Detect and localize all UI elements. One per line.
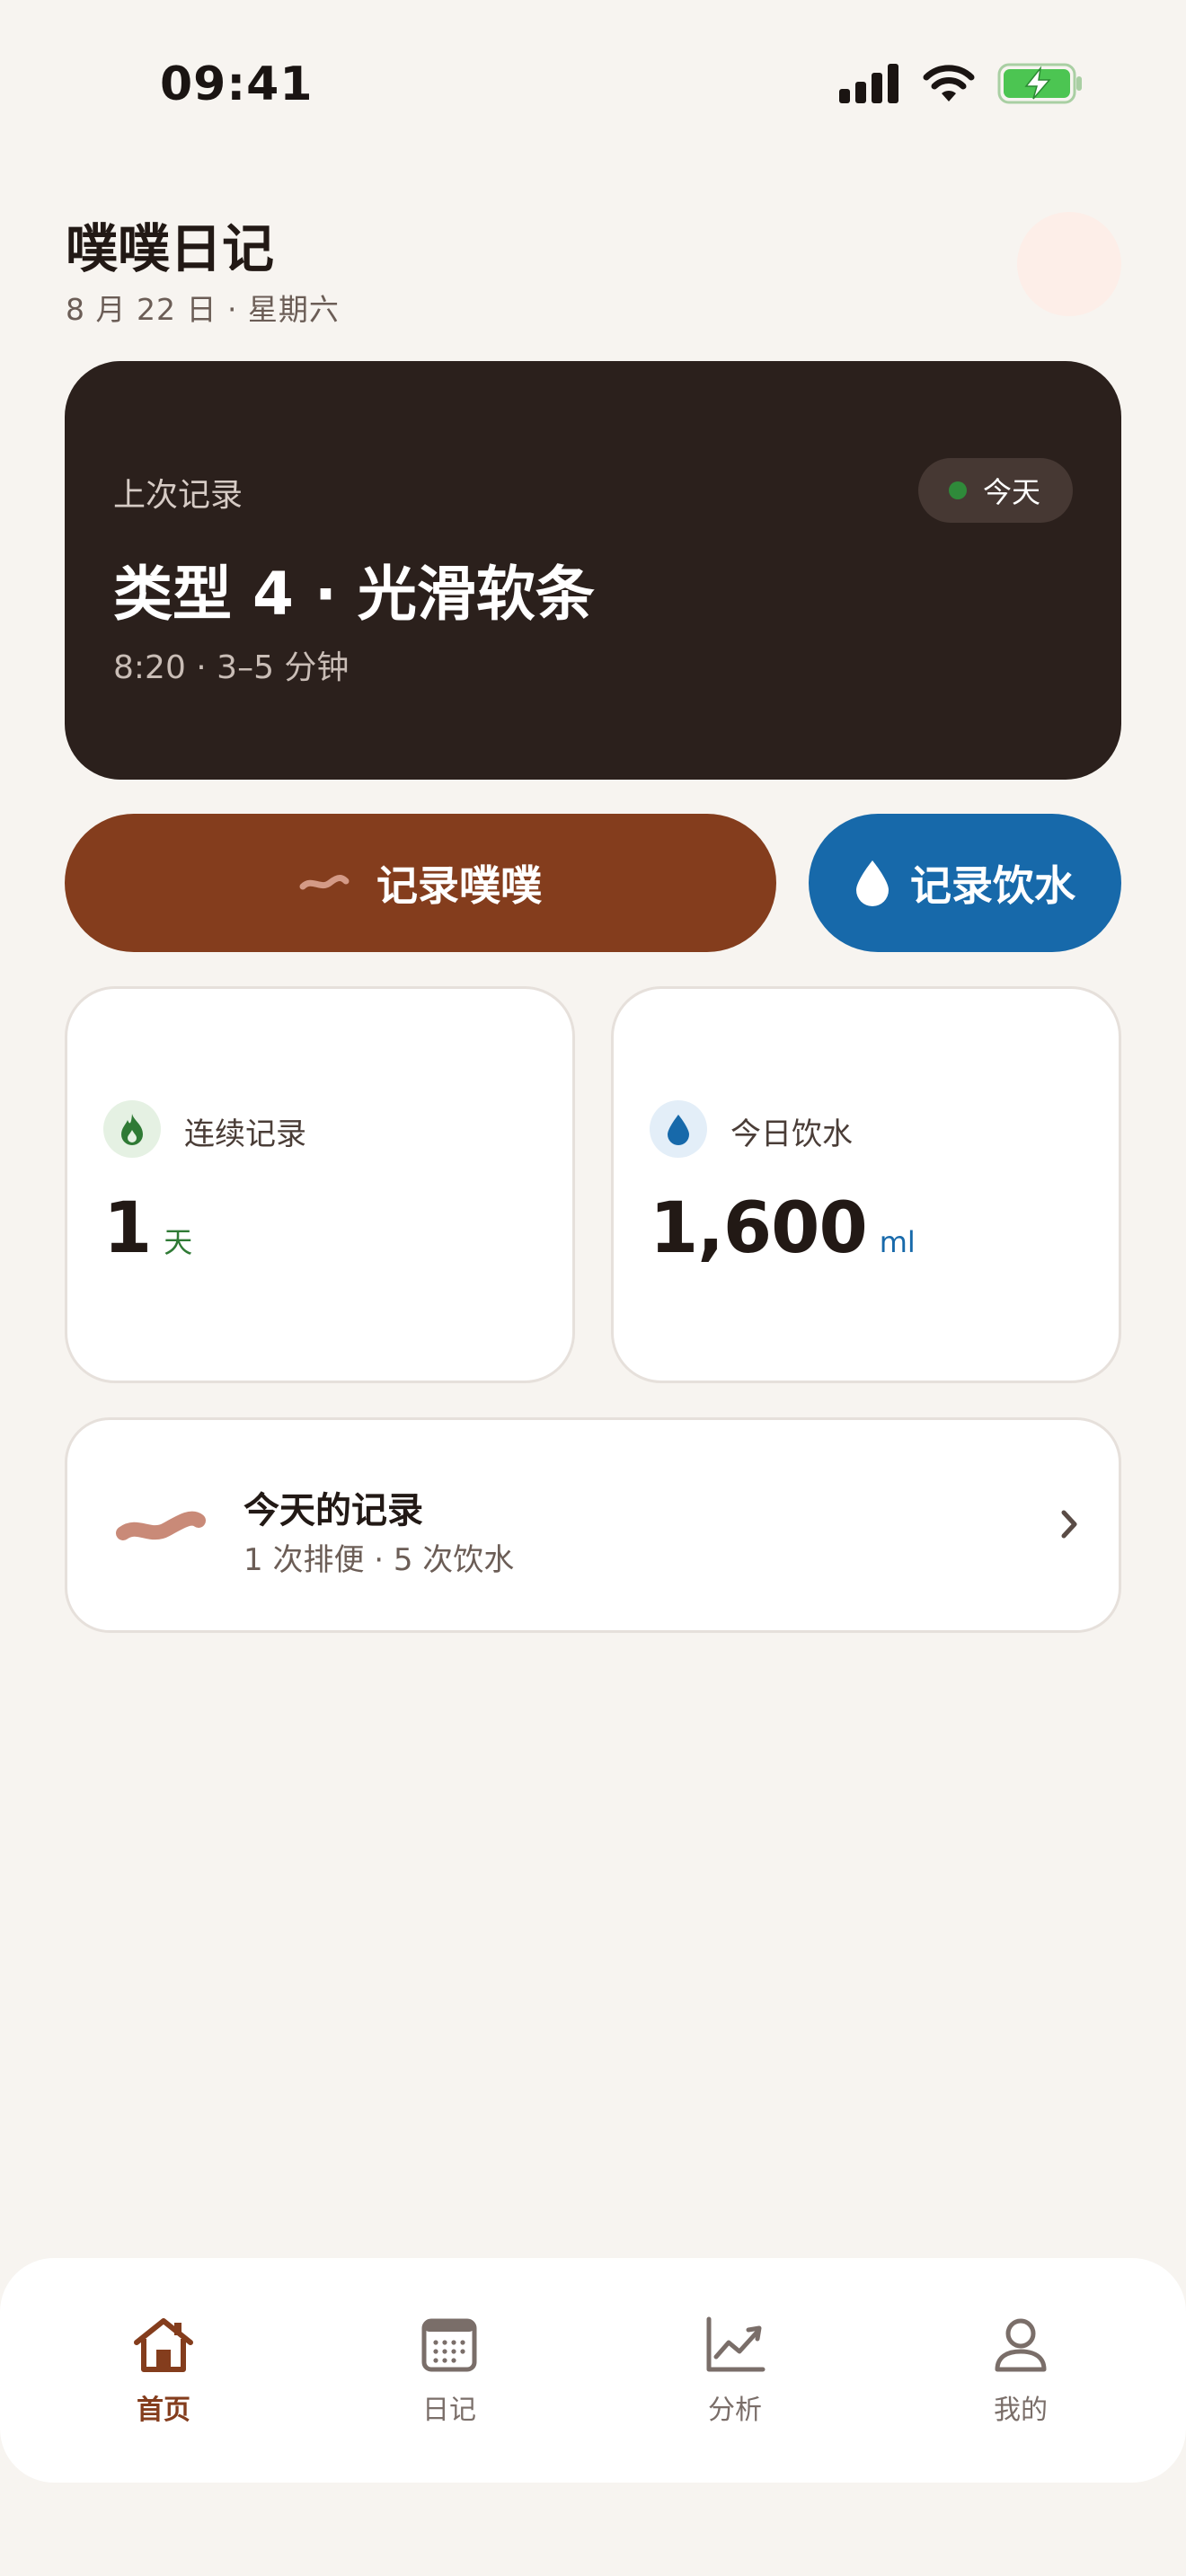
nav-me[interactable]: 我的 [931, 2316, 1111, 2427]
user-icon [995, 2318, 1047, 2372]
nav-diary-label: 日记 [422, 2395, 476, 2426]
water-today-number: 1,600 [650, 1188, 868, 1269]
wifi-icon [923, 65, 975, 101]
page-title: 噗噗日记 [66, 218, 275, 279]
water-drop-icon [856, 860, 889, 906]
today-badge: 今天 [917, 458, 1073, 523]
signal-icon [839, 64, 898, 103]
nav-me-label: 我的 [994, 2395, 1048, 2426]
battery-charging-icon [997, 63, 1082, 104]
page-date: 8 月 22 日 · 星期六 [66, 292, 340, 327]
poop-squiggle-icon [116, 1511, 206, 1540]
nav-analysis[interactable]: 分析 [645, 2316, 825, 2427]
streak-card[interactable]: 连续记录 1 天 [65, 986, 575, 1383]
last-record-meta: 8:20 · 3–5 分钟 [113, 649, 350, 686]
nav-home-label: 首页 [137, 2395, 190, 2426]
nav-analysis-label: 分析 [708, 2395, 762, 2426]
streak-unit: 天 [164, 1225, 193, 1259]
today-badge-label: 今天 [982, 475, 1040, 509]
log-water-label: 记录饮水 [910, 861, 1075, 910]
status-icons [839, 63, 1084, 104]
log-poop-button[interactable]: 记录噗噗 [65, 814, 776, 952]
status-dot-icon [948, 481, 967, 499]
water-drop-icon [650, 1100, 707, 1158]
last-record-label: 上次记录 [113, 477, 243, 514]
water-today-value: 1,600 ml [650, 1188, 916, 1269]
water-today-label: 今日饮水 [730, 1116, 853, 1152]
flame-icon [103, 1100, 161, 1158]
today-records-subtitle: 1 次排便 · 5 次饮水 [243, 1542, 515, 1578]
last-record-title: 类型 4 · 光滑软条 [113, 560, 595, 629]
calendar-icon [421, 2318, 477, 2372]
nav-diary[interactable]: 日记 [359, 2316, 539, 2427]
trend-chart-icon [706, 2316, 766, 2372]
streak-value: 1 天 [103, 1188, 192, 1269]
avatar[interactable] [1017, 212, 1121, 316]
status-time: 09:41 [160, 57, 314, 111]
nav-home[interactable]: 首页 [74, 2316, 253, 2427]
today-records-title: 今天的记录 [243, 1490, 423, 1531]
poop-squiggle-icon [299, 875, 350, 890]
today-records-row[interactable]: 今天的记录 1 次排便 · 5 次饮水 [65, 1417, 1121, 1633]
water-today-card[interactable]: 今日饮水 1,600 ml [611, 986, 1121, 1383]
last-record-card[interactable]: 上次记录 今天 类型 4 · 光滑软条 8:20 · 3–5 分钟 [65, 361, 1121, 780]
chevron-right-icon [1061, 1510, 1077, 1539]
log-poop-label: 记录噗噗 [376, 861, 542, 910]
log-water-button[interactable]: 记录饮水 [809, 814, 1121, 952]
home-screen: 09:41 噗噗日记 8 月 22 日 · 星期六 上次记录 今天 类型 4 ·… [0, 0, 1186, 2576]
streak-label: 连续记录 [184, 1116, 306, 1152]
bottom-nav: 首页 日记 分析 我的 [0, 2258, 1186, 2483]
streak-number: 1 [103, 1188, 152, 1269]
water-today-unit: ml [879, 1225, 916, 1259]
home-icon [134, 2318, 193, 2372]
